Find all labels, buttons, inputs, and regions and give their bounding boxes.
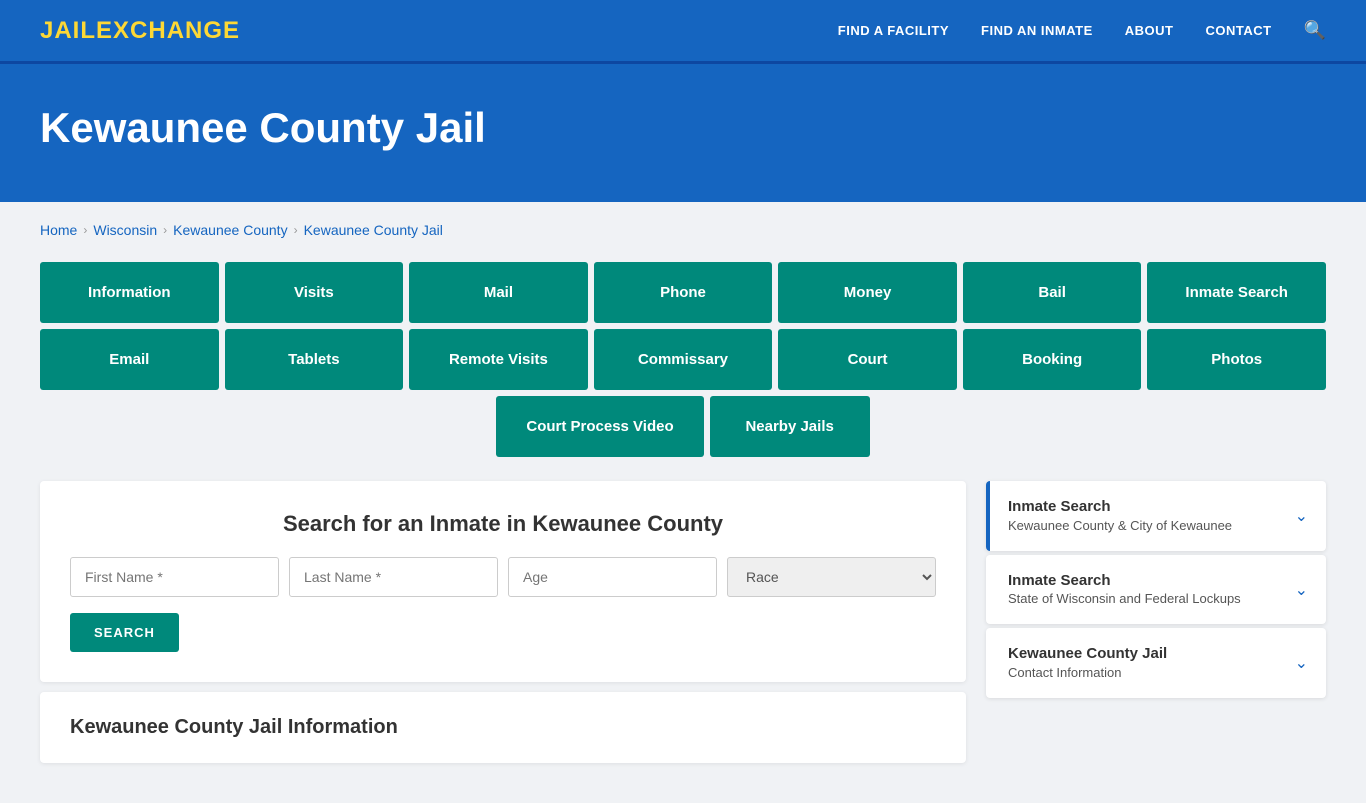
info-title: Kewaunee County Jail Information — [70, 716, 936, 739]
chevron-down-icon-3: ⌄ — [1295, 653, 1308, 673]
race-select[interactable]: Race White Black Hispanic Asian Other — [727, 557, 936, 597]
btn-email[interactable]: Email — [40, 329, 219, 390]
nav-contact[interactable]: CONTACT — [1205, 23, 1271, 38]
breadcrumb-kewaunee-jail[interactable]: Kewaunee County Jail — [304, 222, 443, 238]
nav-about[interactable]: ABOUT — [1125, 23, 1174, 38]
logo-text-jail: JAIL — [40, 17, 96, 44]
btn-tablets[interactable]: Tablets — [225, 329, 404, 390]
sidebar-card-2-text: Inmate Search State of Wisconsin and Fed… — [1008, 571, 1285, 609]
btn-bail[interactable]: Bail — [963, 262, 1142, 323]
sidebar-card-3-toggle[interactable]: Kewaunee County Jail Contact Information… — [986, 628, 1326, 698]
btn-money[interactable]: Money — [778, 262, 957, 323]
breadcrumb-sep-2: › — [163, 223, 167, 237]
content-area: Home › Wisconsin › Kewaunee County › Kew… — [0, 202, 1366, 803]
breadcrumb-kewaunee-county[interactable]: Kewaunee County — [173, 222, 287, 238]
logo-highlight: E — [96, 17, 113, 44]
page-title: Kewaunee County Jail — [40, 104, 1326, 152]
sidebar-card-2: Inmate Search State of Wisconsin and Fed… — [986, 555, 1326, 625]
sidebar-card-1-toggle[interactable]: Inmate Search Kewaunee County & City of … — [986, 481, 1326, 551]
hero-banner: Kewaunee County Jail — [0, 64, 1366, 202]
last-name-input[interactable] — [289, 557, 498, 597]
sidebar: Inmate Search Kewaunee County & City of … — [986, 481, 1326, 702]
btn-booking[interactable]: Booking — [963, 329, 1142, 390]
sidebar-card-1-title: Inmate Search — [1008, 497, 1285, 517]
breadcrumb-wisconsin[interactable]: Wisconsin — [93, 222, 157, 238]
breadcrumb-sep-3: › — [294, 223, 298, 237]
inmate-search-panel: Search for an Inmate in Kewaunee County … — [40, 481, 966, 682]
sidebar-card-1: Inmate Search Kewaunee County & City of … — [986, 481, 1326, 551]
left-column: Search for an Inmate in Kewaunee County … — [40, 481, 966, 763]
logo-text-xchange: XCHANGE — [113, 17, 240, 44]
btn-photos[interactable]: Photos — [1147, 329, 1326, 390]
search-icon[interactable]: 🔍 — [1304, 20, 1326, 41]
sidebar-card-2-sub: State of Wisconsin and Federal Lockups — [1008, 590, 1285, 608]
btn-court-process-video[interactable]: Court Process Video — [496, 396, 703, 457]
nav-links: FIND A FACILITY FIND AN INMATE ABOUT CON… — [838, 20, 1326, 41]
chevron-down-icon-1: ⌄ — [1295, 506, 1308, 526]
breadcrumb-sep-1: › — [83, 223, 87, 237]
age-input[interactable] — [508, 557, 717, 597]
sidebar-card-3-text: Kewaunee County Jail Contact Information — [1008, 644, 1285, 682]
btn-mail[interactable]: Mail — [409, 262, 588, 323]
btn-court[interactable]: Court — [778, 329, 957, 390]
sidebar-card-1-text: Inmate Search Kewaunee County & City of … — [1008, 497, 1285, 535]
sidebar-card-3-sub: Contact Information — [1008, 664, 1285, 682]
nav-find-facility[interactable]: FIND A FACILITY — [838, 23, 949, 38]
btn-commissary[interactable]: Commissary — [594, 329, 773, 390]
first-name-input[interactable] — [70, 557, 279, 597]
main-layout: Search for an Inmate in Kewaunee County … — [40, 481, 1326, 763]
sidebar-card-2-title: Inmate Search — [1008, 571, 1285, 591]
site-logo[interactable]: JAILEXCHANGE — [40, 17, 240, 45]
sidebar-card-2-toggle[interactable]: Inmate Search State of Wisconsin and Fed… — [986, 555, 1326, 625]
btn-visits[interactable]: Visits — [225, 262, 404, 323]
btn-remote-visits[interactable]: Remote Visits — [409, 329, 588, 390]
search-fields: Race White Black Hispanic Asian Other — [70, 557, 936, 597]
btn-inmate-search[interactable]: Inmate Search — [1147, 262, 1326, 323]
sidebar-card-1-sub: Kewaunee County & City of Kewaunee — [1008, 517, 1285, 535]
category-buttons-row1: Information Visits Mail Phone Money Bail… — [40, 262, 1326, 323]
btn-information[interactable]: Information — [40, 262, 219, 323]
search-title: Search for an Inmate in Kewaunee County — [70, 511, 936, 537]
navbar: JAILEXCHANGE FIND A FACILITY FIND AN INM… — [0, 0, 1366, 64]
breadcrumb-home[interactable]: Home — [40, 222, 77, 238]
sidebar-card-3-title: Kewaunee County Jail — [1008, 644, 1285, 664]
btn-phone[interactable]: Phone — [594, 262, 773, 323]
chevron-down-icon-2: ⌄ — [1295, 580, 1308, 600]
info-section: Kewaunee County Jail Information — [40, 692, 966, 763]
search-button[interactable]: SEARCH — [70, 613, 179, 652]
breadcrumb: Home › Wisconsin › Kewaunee County › Kew… — [40, 222, 1326, 238]
category-buttons-row2: Email Tablets Remote Visits Commissary C… — [40, 329, 1326, 390]
sidebar-card-3: Kewaunee County Jail Contact Information… — [986, 628, 1326, 698]
category-buttons-row3: Court Process Video Nearby Jails — [40, 396, 1326, 457]
btn-nearby-jails[interactable]: Nearby Jails — [710, 396, 870, 457]
nav-find-inmate[interactable]: FIND AN INMATE — [981, 23, 1093, 38]
